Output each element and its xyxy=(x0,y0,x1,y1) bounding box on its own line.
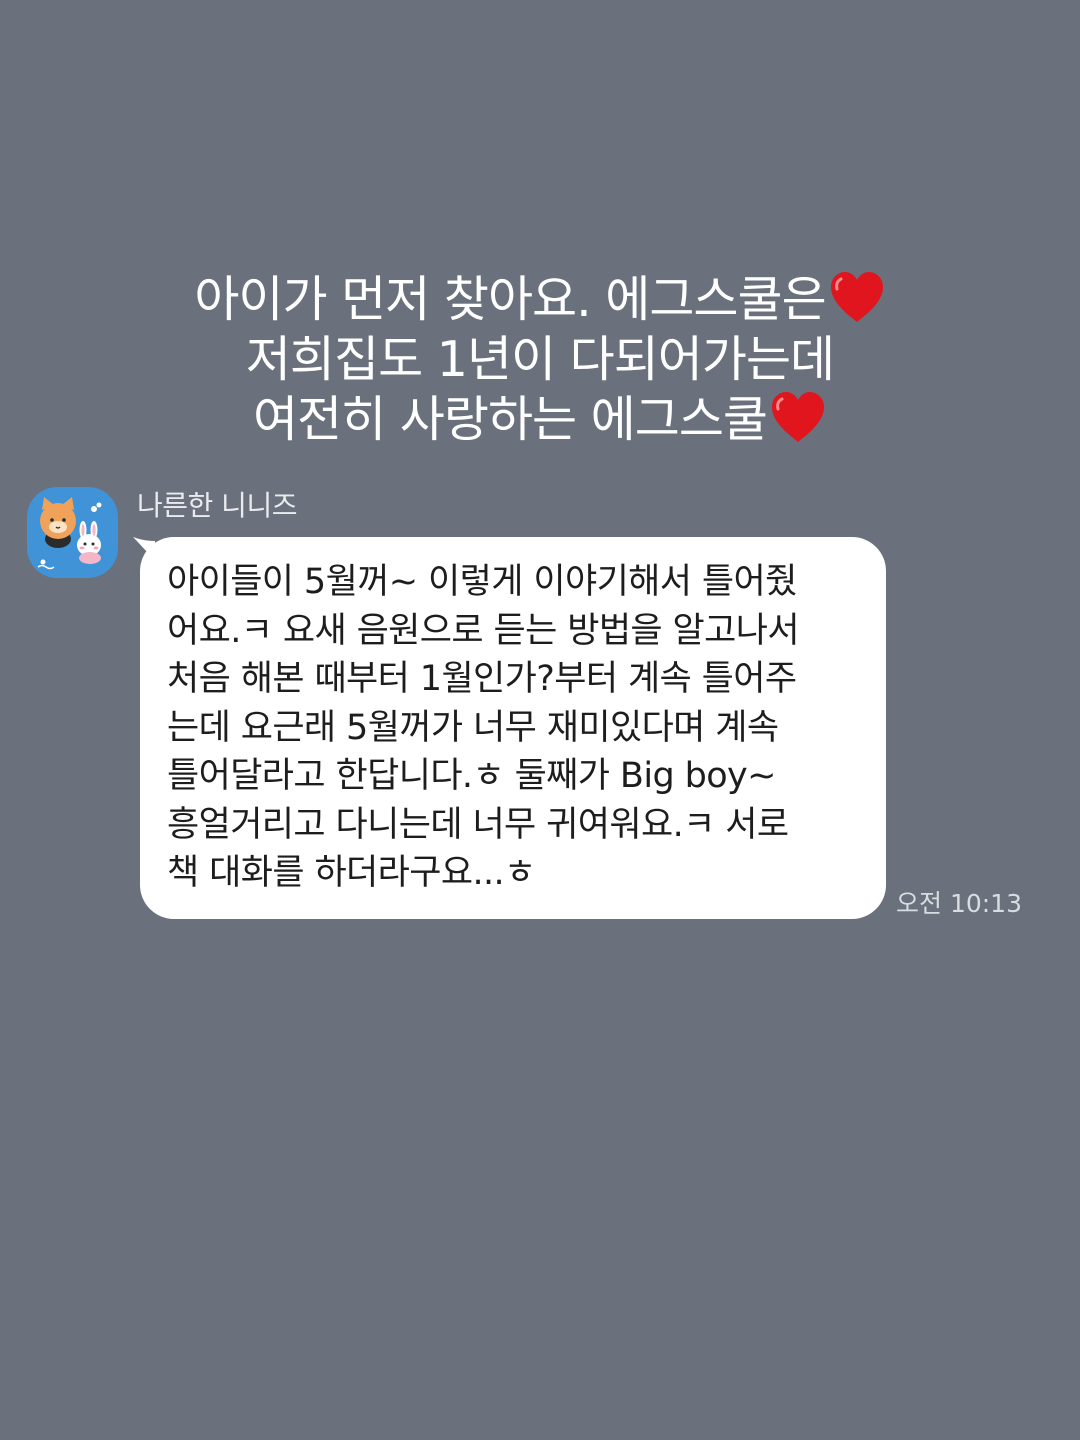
caption-line-1: 아이가 먼저 찾아요. 에그스쿨은 xyxy=(0,270,1080,330)
message-timestamp: 오전 10:13 xyxy=(896,889,1022,918)
sender-name: 나른한 니니즈 xyxy=(137,489,297,522)
message-line: 아이들이 5월꺼~ 이렇게 이야기해서 틀어줬 xyxy=(167,562,797,602)
character-avatar-icon xyxy=(37,497,102,570)
message-line: 처음 해본 때부터 1월인가?부터 계속 틀어주 xyxy=(167,659,797,699)
message-line: 책 대화를 하더라구요...ㅎ xyxy=(167,853,536,893)
caption-line-2: 저희집도 1년이 다되어가는데 xyxy=(245,331,835,388)
message-bubble[interactable]: 아이들이 5월꺼~ 이렇게 이야기해서 틀어줬 어요.ㅋ 요새 음원으로 듣는 … xyxy=(140,537,886,919)
message-line: 틀어달라고 한답니다.ㅎ 둘째가 Big boy~ xyxy=(167,756,776,796)
caption-line-3: 여전히 사랑하는 에그스쿨 xyxy=(0,390,1080,450)
heart-icon xyxy=(830,272,883,322)
message-line: 어요.ㅋ 요새 음원으로 듣는 방법을 알고나서 xyxy=(167,610,800,651)
caption: 아이가 먼저 찾아요. 에그스쿨은 저희집도 1년이 다되어가는데 여전히 사랑… xyxy=(0,270,1080,450)
sender-avatar[interactable] xyxy=(27,487,118,578)
message-line: 흥얼거리고 다니는데 너무 귀여워요.ㅋ 서로 xyxy=(167,804,789,845)
heart-icon xyxy=(772,392,825,442)
message-text: 아이들이 5월꺼~ 이렇게 이야기해서 틀어줬 어요.ㅋ 요새 음원으로 듣는 … xyxy=(167,558,867,898)
message-line: 는데 요근래 5월꺼가 너무 재미있다며 계속 xyxy=(167,707,779,748)
